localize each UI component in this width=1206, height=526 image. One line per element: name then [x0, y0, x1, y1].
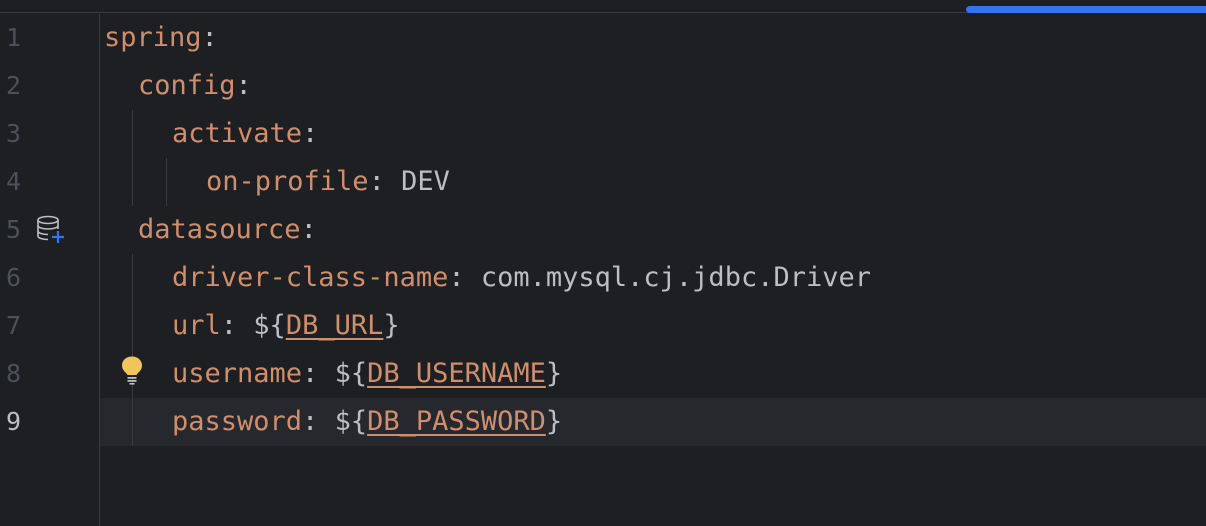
yaml-value: com.mysql.cj.jdbc.Driver: [480, 262, 871, 293]
yaml-colon: :: [220, 310, 254, 341]
code-line-current[interactable]: 9 password: ${DB_PASSWORD}: [0, 398, 1206, 446]
yaml-key: driver-class-name: [172, 262, 449, 293]
placeholder-open: ${: [334, 406, 368, 437]
line-number[interactable]: 4: [6, 158, 21, 206]
yaml-value: DEV: [401, 166, 450, 197]
code-line[interactable]: 4 on-profile: DEV: [0, 158, 1206, 206]
yaml-colon: :: [302, 358, 335, 389]
yaml-key: password: [172, 406, 303, 437]
placeholder-close: }: [545, 358, 563, 389]
code-line[interactable]: 1 spring:: [0, 14, 1206, 62]
env-variable-link[interactable]: DB_USERNAME: [367, 358, 546, 389]
code-line[interactable]: 5 datasource:: [0, 206, 1206, 254]
yaml-colon: :: [235, 70, 252, 101]
placeholder-close: }: [383, 310, 400, 341]
line-number[interactable]: 2: [6, 62, 21, 110]
yaml-key: username: [172, 358, 303, 389]
line-number[interactable]: 3: [6, 110, 21, 158]
yaml-key: datasource: [138, 214, 301, 245]
placeholder-open: ${: [334, 358, 368, 389]
yaml-colon: :: [302, 406, 335, 437]
line-number[interactable]: 6: [6, 254, 21, 302]
yaml-colon: :: [300, 214, 317, 245]
code-text[interactable]: activate:: [172, 110, 318, 158]
code-line[interactable]: 3 activate:: [0, 110, 1206, 158]
code-line[interactable]: 6 driver-class-name: com.mysql.cj.jdbc.D…: [0, 254, 1206, 302]
code-line[interactable]: 2 config:: [0, 62, 1206, 110]
yaml-colon: :: [302, 118, 319, 149]
code-text[interactable]: url: ${DB_URL}: [172, 302, 400, 350]
yaml-key: url: [172, 310, 221, 341]
code-text[interactable]: password: ${DB_PASSWORD}: [172, 398, 562, 446]
yaml-key: config: [138, 70, 236, 101]
code-text[interactable]: datasource:: [138, 206, 317, 254]
code-text[interactable]: driver-class-name: com.mysql.cj.jdbc.Dri…: [172, 254, 871, 302]
code-line[interactable]: 8 username: ${DB_USERNAME}: [0, 350, 1206, 398]
code-text[interactable]: username: ${DB_USERNAME}: [172, 350, 562, 398]
code-text[interactable]: on-profile: DEV: [206, 158, 450, 206]
env-variable-link[interactable]: DB_PASSWORD: [367, 406, 546, 437]
yaml-colon: :: [201, 22, 218, 53]
code-text[interactable]: spring:: [104, 14, 218, 62]
yaml-colon: :: [448, 262, 481, 293]
env-variable-link[interactable]: DB_URL: [286, 310, 384, 341]
line-number[interactable]: 7: [6, 302, 21, 350]
yaml-key: spring: [104, 22, 202, 53]
line-number[interactable]: 9: [6, 398, 21, 446]
placeholder-close: }: [545, 406, 563, 437]
database-add-icon[interactable]: [36, 215, 66, 245]
line-number[interactable]: 1: [6, 14, 21, 62]
yaml-colon: :: [368, 166, 402, 197]
lightbulb-icon[interactable]: [120, 355, 144, 385]
placeholder-open: ${: [253, 310, 286, 341]
code-text[interactable]: config:: [138, 62, 252, 110]
code-line[interactable]: 7 url: ${DB_URL}: [0, 302, 1206, 350]
line-number[interactable]: 8: [6, 350, 21, 398]
yaml-key: on-profile: [206, 166, 369, 197]
line-number[interactable]: 5: [6, 206, 21, 254]
scroll-position-indicator[interactable]: [966, 6, 1206, 13]
yaml-key: activate: [172, 118, 303, 149]
